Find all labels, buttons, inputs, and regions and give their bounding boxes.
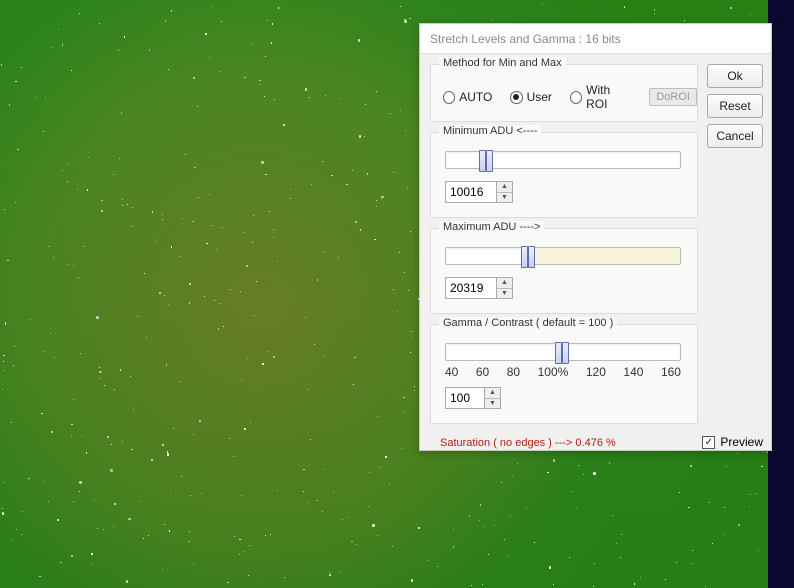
group-gamma: Gamma / Contrast ( default = 100 ) 40 60… bbox=[430, 324, 698, 424]
doroi-button[interactable]: DoROI bbox=[649, 88, 697, 106]
max-adu-label: Maximum ADU ----> bbox=[439, 221, 544, 233]
group-min-adu: Minimum ADU <---- ▲▼ bbox=[430, 132, 698, 218]
radio-auto-label: AUTO bbox=[459, 90, 492, 104]
preview-checkbox[interactable]: ✓ bbox=[702, 436, 715, 449]
radio-withroi-label: With ROI bbox=[586, 83, 631, 111]
radio-auto[interactable] bbox=[443, 91, 455, 104]
tick: 80 bbox=[507, 365, 520, 379]
preview-label: Preview bbox=[720, 435, 763, 449]
min-adu-thumb[interactable] bbox=[479, 150, 493, 172]
max-adu-thumb[interactable] bbox=[521, 246, 535, 268]
gamma-down[interactable]: ▼ bbox=[485, 399, 500, 409]
group-method-label: Method for Min and Max bbox=[439, 57, 566, 69]
min-adu-down[interactable]: ▼ bbox=[497, 193, 512, 203]
gamma-up[interactable]: ▲ bbox=[485, 388, 500, 399]
tick: 140 bbox=[623, 365, 643, 379]
gamma-label: Gamma / Contrast ( default = 100 ) bbox=[439, 317, 617, 329]
min-adu-label: Minimum ADU <---- bbox=[439, 125, 541, 137]
tick: 40 bbox=[445, 365, 458, 379]
radio-user-label: User bbox=[527, 90, 552, 104]
max-adu-spinbox[interactable]: ▲▼ bbox=[445, 277, 513, 299]
max-adu-up[interactable]: ▲ bbox=[497, 278, 512, 289]
min-adu-input[interactable] bbox=[445, 181, 497, 203]
min-adu-up[interactable]: ▲ bbox=[497, 182, 512, 193]
group-method: Method for Min and Max AUTO User With RO… bbox=[430, 64, 698, 122]
group-max-adu: Maximum ADU ----> ▲▼ bbox=[430, 228, 698, 314]
gamma-slider[interactable] bbox=[445, 343, 681, 361]
max-adu-slider[interactable] bbox=[445, 247, 681, 265]
min-adu-spinbox[interactable]: ▲▼ bbox=[445, 181, 513, 203]
tick: 160 bbox=[661, 365, 681, 379]
max-adu-down[interactable]: ▼ bbox=[497, 289, 512, 299]
dialog-title: Stretch Levels and Gamma : 16 bits bbox=[420, 24, 771, 54]
gamma-thumb[interactable] bbox=[555, 342, 569, 364]
gamma-spinbox[interactable]: ▲▼ bbox=[445, 387, 501, 409]
radio-user[interactable] bbox=[510, 91, 522, 104]
tick: 60 bbox=[476, 365, 489, 379]
tick: 100% bbox=[538, 365, 569, 379]
saturation-text: Saturation ( no edges ) ---> 0.476 % bbox=[440, 437, 616, 449]
reset-button[interactable]: Reset bbox=[707, 94, 763, 118]
tick: 120 bbox=[586, 365, 606, 379]
max-adu-input[interactable] bbox=[445, 277, 497, 299]
cancel-button[interactable]: Cancel bbox=[707, 124, 763, 148]
radio-withroi[interactable] bbox=[570, 91, 582, 104]
ok-button[interactable]: Ok bbox=[707, 64, 763, 88]
min-adu-slider[interactable] bbox=[445, 151, 681, 169]
gamma-input[interactable] bbox=[445, 387, 485, 409]
stretch-dialog: Stretch Levels and Gamma : 16 bits Metho… bbox=[419, 23, 772, 451]
